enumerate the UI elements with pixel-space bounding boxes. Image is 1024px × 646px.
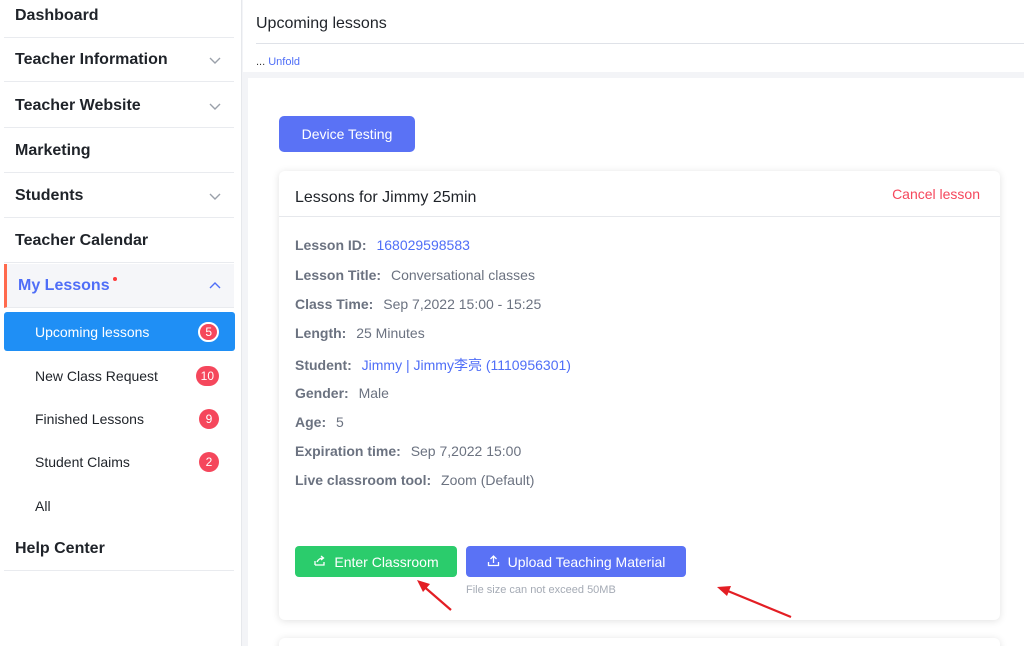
- field-value: 25 Minutes: [356, 325, 425, 341]
- field-value: Sep 7,2022 15:00 - 15:25: [383, 296, 542, 312]
- count-badge: 2: [199, 451, 219, 472]
- ellipsis: ...: [256, 56, 266, 68]
- field-value: 5: [336, 414, 344, 430]
- sidebar-subitem-label: New Class Request: [35, 367, 158, 384]
- sidebar-subitem-upcoming-lessons[interactable]: Upcoming lessons 5: [4, 312, 235, 351]
- sidebar-item-my-lessons[interactable]: My Lessons: [4, 264, 234, 308]
- field-gender: Gender: Male: [295, 385, 389, 401]
- cancel-lesson-button[interactable]: Cancel lesson: [892, 186, 980, 202]
- field-label: Lesson ID:: [295, 237, 367, 253]
- field-value: Conversational classes: [390, 267, 535, 283]
- main-header: Upcoming lessons ... Unfold: [243, 0, 1024, 72]
- page-title: Upcoming lessons: [256, 15, 387, 32]
- chevron-down-icon: [208, 99, 222, 113]
- lesson-id-link[interactable]: 168029598583: [376, 237, 469, 253]
- sidebar-item-label: Teacher Website: [15, 96, 141, 114]
- count-badge: 5: [198, 321, 219, 342]
- chevron-down-icon: [208, 189, 222, 203]
- sidebar-subitem-new-class-request[interactable]: New Class Request 10: [4, 356, 235, 395]
- field-class-time: Class Time: Sep 7,2022 15:00 - 15:25: [295, 296, 541, 312]
- sidebar-item-teacher-information[interactable]: Teacher Information: [4, 38, 234, 82]
- sidebar-subitem-label: Student Claims: [35, 453, 130, 470]
- chevron-up-icon: [208, 279, 222, 293]
- sidebar-item-label: Marketing: [15, 141, 91, 159]
- field-age: Age: 5: [295, 414, 344, 430]
- field-label: Expiration time:: [295, 443, 401, 459]
- card-title: Lessons for Jimmy 25min: [295, 189, 477, 206]
- share-arrow-icon: [313, 554, 326, 570]
- notification-dot: [112, 276, 117, 281]
- field-lesson-id: Lesson ID: 168029598583: [295, 237, 470, 253]
- field-value: Male: [358, 385, 389, 401]
- sidebar-item-marketing[interactable]: Marketing: [4, 129, 234, 173]
- sidebar-item-help-center[interactable]: Help Center: [4, 527, 234, 571]
- sidebar-item-label: Help Center: [15, 539, 105, 557]
- field-value: Zoom (Default): [441, 472, 535, 488]
- field-label: Length:: [295, 325, 347, 341]
- count-badge: 10: [195, 365, 219, 386]
- field-value: Sep 7,2022 15:00: [410, 443, 522, 459]
- device-testing-button[interactable]: Device Testing: [279, 116, 415, 152]
- lesson-card: Lessons for Jimmy 25min Cancel lesson Le…: [279, 171, 1000, 620]
- sidebar-item-students[interactable]: Students: [4, 174, 234, 218]
- field-label: Lesson Title:: [295, 267, 382, 283]
- sidebar-item-teacher-website[interactable]: Teacher Website: [4, 84, 234, 128]
- chevron-down-icon: [208, 53, 222, 67]
- sidebar-subitem-label: All: [35, 497, 51, 514]
- card-header: Lessons for Jimmy 25min Cancel lesson: [279, 171, 1000, 217]
- sidebar-item-label: Teacher Calendar: [15, 231, 149, 249]
- upload-teaching-material-button[interactable]: Upload Teaching Material: [466, 546, 686, 577]
- sidebar-item-label: Teacher Information: [15, 50, 168, 68]
- enter-classroom-label: Enter Classroom: [334, 553, 439, 570]
- sidebar-item-label: Students: [15, 186, 84, 204]
- field-label: Student:: [295, 357, 352, 373]
- sidebar-item-label: My Lessons: [18, 276, 117, 295]
- field-lesson-title: Lesson Title: Conversational classes: [295, 267, 535, 283]
- unfold-row: ... Unfold: [256, 56, 300, 68]
- field-label: Gender:: [295, 385, 349, 401]
- sidebar-subitem-finished-lessons[interactable]: Finished Lessons 9: [4, 399, 235, 438]
- sidebar-item-teacher-calendar[interactable]: Teacher Calendar: [4, 219, 234, 263]
- upload-hint: File size can not exceed 50MB: [466, 584, 616, 596]
- field-label: Age:: [295, 414, 327, 430]
- enter-classroom-button[interactable]: Enter Classroom: [295, 546, 457, 577]
- field-expiration-time: Expiration time: Sep 7,2022 15:00: [295, 443, 521, 459]
- sidebar-item-label: Dashboard: [15, 6, 99, 24]
- field-student: Student: Jimmy | Jimmy李亮 (1110956301): [295, 355, 571, 375]
- upload-icon: [487, 554, 500, 570]
- sidebar-item-dashboard[interactable]: Dashboard: [4, 0, 234, 38]
- sidebar-subitem-label: Finished Lessons: [35, 410, 144, 427]
- unfold-link[interactable]: Unfold: [268, 56, 300, 68]
- count-badge: 9: [199, 408, 219, 429]
- sidebar-subitem-student-claims[interactable]: Student Claims 2: [4, 442, 235, 481]
- sidebar-subitem-all[interactable]: All: [4, 486, 235, 525]
- field-label: Class Time:: [295, 296, 374, 312]
- field-label: Live classroom tool:: [295, 472, 432, 488]
- sidebar-subitem-label: Upcoming lessons: [35, 323, 150, 340]
- field-length: Length: 25 Minutes: [295, 325, 425, 341]
- next-lesson-card: [279, 638, 1000, 646]
- sidebar: Dashboard Teacher Information Teacher We…: [0, 0, 242, 646]
- upload-label: Upload Teaching Material: [507, 553, 666, 570]
- field-live-classroom-tool: Live classroom tool: Zoom (Default): [295, 472, 534, 488]
- student-link[interactable]: Jimmy | Jimmy李亮 (1110956301): [362, 357, 571, 373]
- divider: [256, 43, 1024, 44]
